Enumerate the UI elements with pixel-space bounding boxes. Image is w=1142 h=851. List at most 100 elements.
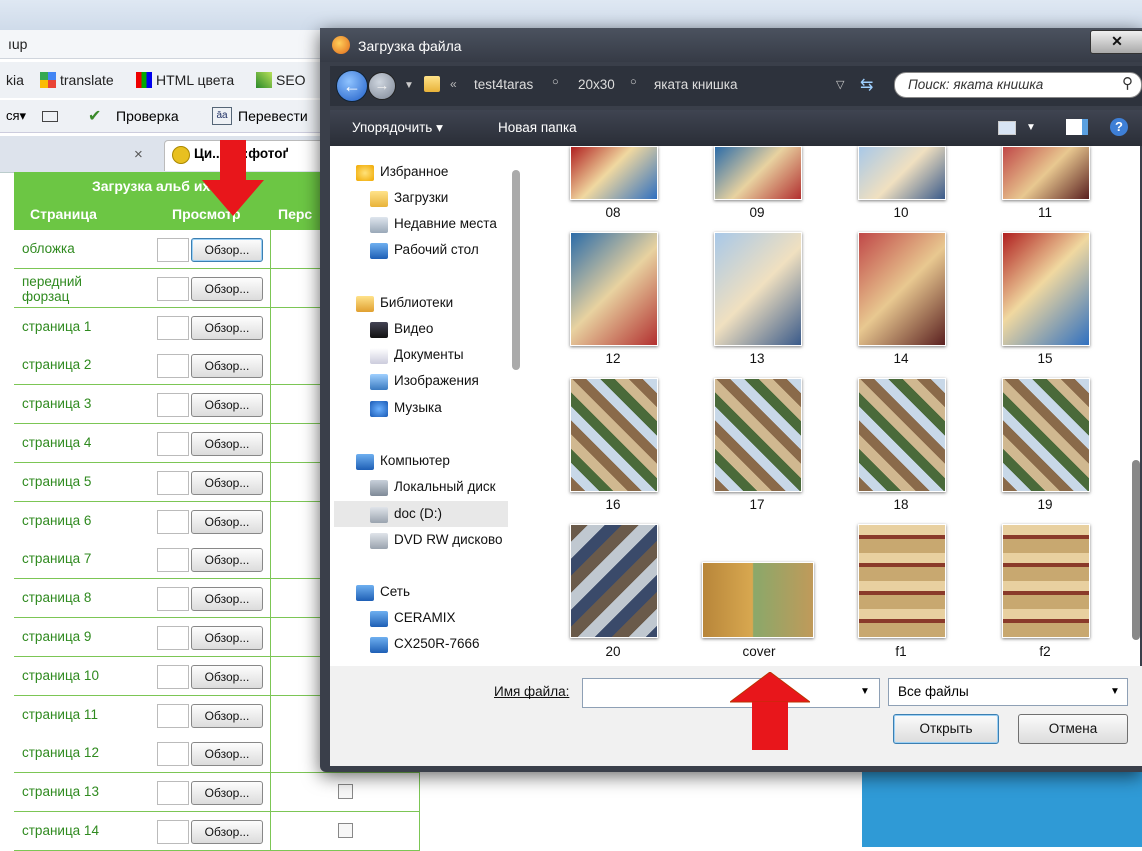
nav-item-video[interactable]: Видео <box>394 321 433 336</box>
browse-button[interactable]: Обзор... <box>191 587 263 612</box>
nav-item-documents[interactable]: Документы <box>394 347 464 362</box>
file-path-field[interactable] <box>157 626 189 650</box>
file-name[interactable]: 18 <box>858 497 944 512</box>
file-thumbnail[interactable] <box>570 524 658 638</box>
browse-button[interactable]: Обзор... <box>191 315 263 340</box>
nav-item-music[interactable]: Музыка <box>394 400 442 415</box>
breadcrumb-overflow-icon[interactable]: « <box>450 77 457 91</box>
file-name[interactable]: f1 <box>858 644 944 659</box>
file-path-field[interactable] <box>157 315 189 340</box>
spellcheck-button[interactable]: Проверка <box>116 108 179 124</box>
file-list-scrollbar[interactable] <box>1132 460 1140 640</box>
file-name[interactable]: 13 <box>714 351 800 366</box>
breadcrumb-test4taras[interactable]: test4taras <box>474 77 533 92</box>
forward-arrow-icon[interactable]: → <box>368 72 396 100</box>
file-name[interactable]: 12 <box>570 351 656 366</box>
nav-item-images[interactable]: Изображения <box>394 373 479 388</box>
preview-pane-icon[interactable] <box>1066 119 1088 135</box>
browse-button[interactable]: Обзор... <box>191 781 263 806</box>
breadcrumb-yakata[interactable]: яката книшка <box>654 77 737 92</box>
file-thumbnail[interactable] <box>1002 146 1090 200</box>
file-path-field[interactable] <box>157 238 189 262</box>
browser-address-bar[interactable] <box>0 30 330 59</box>
browse-button[interactable]: Обзор... <box>191 354 263 379</box>
row-checkbox[interactable] <box>338 823 353 838</box>
file-path-field[interactable] <box>157 742 189 767</box>
file-thumbnail[interactable] <box>1002 378 1090 492</box>
browse-button[interactable]: Обзор... <box>191 509 263 534</box>
browse-button[interactable]: Обзор... <box>191 664 263 689</box>
file-thumbnail[interactable] <box>858 232 946 346</box>
file-name[interactable]: 19 <box>1002 497 1088 512</box>
file-thumbnail[interactable] <box>570 146 658 200</box>
file-thumbnail[interactable] <box>858 378 946 492</box>
nav-item-cx250[interactable]: CX250R-7666 <box>394 636 480 651</box>
file-name[interactable]: f2 <box>1002 644 1088 659</box>
nav-item-downloads[interactable]: Загрузки <box>394 190 448 205</box>
file-path-field[interactable] <box>157 276 189 301</box>
file-name[interactable]: 16 <box>570 497 656 512</box>
file-name[interactable]: 10 <box>858 205 944 220</box>
browse-button[interactable]: Обзор... <box>191 470 263 495</box>
close-button[interactable]: ✕ <box>1090 30 1142 54</box>
filetype-dropdown-icon[interactable]: ▼ <box>1110 686 1120 697</box>
file-thumbnail[interactable] <box>1002 232 1090 346</box>
file-path-field[interactable] <box>157 781 189 806</box>
file-path-field[interactable] <box>157 703 189 728</box>
file-path-field[interactable] <box>157 432 189 456</box>
browse-button[interactable]: Обзор... <box>191 742 263 767</box>
file-name[interactable]: 09 <box>714 205 800 220</box>
file-path-field[interactable] <box>157 587 189 612</box>
browse-button[interactable]: Обзор... <box>191 432 263 456</box>
bookmark-html-colors[interactable]: HTML цвета <box>136 72 234 88</box>
file-path-field[interactable] <box>157 470 189 495</box>
file-thumbnail[interactable] <box>570 378 658 492</box>
browse-button[interactable]: Обзор... <box>191 548 263 573</box>
new-folder-button[interactable]: Новая папка <box>498 120 577 135</box>
navigation-scrollbar[interactable] <box>512 170 520 370</box>
nav-item-ceramix[interactable]: CERAMIX <box>394 610 456 625</box>
nav-item-desktop[interactable]: Рабочий стол <box>394 242 479 257</box>
file-thumbnail[interactable] <box>1002 524 1090 638</box>
view-dropdown-icon[interactable]: ▼ <box>1026 122 1036 133</box>
nav-item-recent[interactable]: Недавние места <box>394 216 497 231</box>
file-thumbnail[interactable] <box>714 378 802 492</box>
file-name[interactable]: 14 <box>858 351 944 366</box>
browse-button[interactable]: Обзор... <box>191 703 263 728</box>
row-checkbox[interactable] <box>338 784 353 800</box>
address-dropdown-icon[interactable]: ▽ <box>836 78 844 91</box>
filename-dropdown-icon[interactable]: ▼ <box>860 686 870 697</box>
toolbar-fragment[interactable]: ся▾ <box>6 108 26 124</box>
breadcrumb-20x30[interactable]: 20x30 <box>578 77 615 92</box>
file-name[interactable]: 15 <box>1002 351 1088 366</box>
cancel-button[interactable]: Отмена <box>1018 714 1128 744</box>
file-name[interactable]: 20 <box>570 644 656 659</box>
file-name[interactable]: 17 <box>714 497 800 512</box>
nav-item-computer[interactable]: Компьютер <box>380 453 450 468</box>
file-path-field[interactable] <box>157 354 189 379</box>
browse-button[interactable]: Обзор... <box>191 393 263 418</box>
file-name[interactable]: cover <box>716 644 802 659</box>
open-button[interactable]: Открыть <box>893 714 999 744</box>
tab-close-icon[interactable]: × <box>134 146 143 163</box>
back-arrow-icon[interactable]: ← <box>336 70 368 102</box>
nav-item-favorites[interactable]: Избранное <box>380 164 448 179</box>
file-path-field[interactable] <box>157 664 189 689</box>
bookmark-translate[interactable]: translate <box>40 72 114 88</box>
nav-item-local-disk[interactable]: Локальный диск <box>394 479 496 494</box>
search-icon[interactable]: ⚲ <box>1122 74 1133 92</box>
nav-item-network[interactable]: Сеть <box>380 584 410 599</box>
file-thumbnail[interactable] <box>714 146 802 200</box>
translate-button[interactable]: Перевести <box>238 108 308 124</box>
organize-button[interactable]: Упорядочить ▾ <box>352 120 443 136</box>
nav-item-dvd[interactable]: DVD RW дисково <box>394 532 503 547</box>
file-path-field[interactable] <box>157 509 189 534</box>
file-path-field[interactable] <box>157 548 189 573</box>
file-thumbnail[interactable] <box>858 146 946 200</box>
file-name[interactable]: 08 <box>570 205 656 220</box>
bookmark-seo[interactable]: SEO <box>256 72 306 88</box>
file-name[interactable]: 11 <box>1002 205 1088 220</box>
file-path-field[interactable] <box>157 820 189 844</box>
refresh-icon[interactable]: ⇆ <box>860 75 873 95</box>
browse-button[interactable]: Обзор... <box>191 276 263 301</box>
